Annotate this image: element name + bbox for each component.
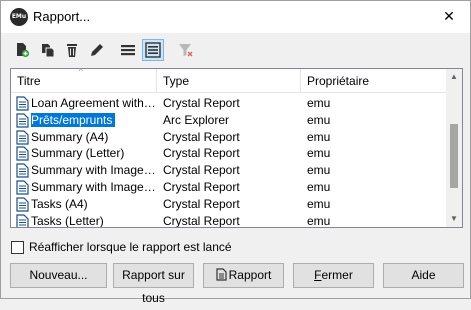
row-title: Summary (A4) [31, 129, 109, 144]
report-file-icon [16, 129, 29, 145]
row-type: Crystal Report [163, 196, 240, 211]
row-title: Loan Agreement with I... [31, 96, 157, 110]
table-row[interactable]: Tasks (A4) Crystal Report emu [11, 196, 447, 213]
row-owner: emu [307, 196, 331, 211]
emu-app-icon: EMu [10, 8, 28, 26]
row-owner: emu [307, 146, 331, 161]
list-rows: Loan Agreement with I... Crystal Report em… [11, 95, 447, 228]
row-type: Crystal Report [163, 146, 240, 161]
row-title: Prêts/emprunts [31, 112, 157, 129]
new-document-icon[interactable] [11, 39, 33, 61]
scrollbar-thumb[interactable] [450, 124, 458, 188]
details-view-icon[interactable] [142, 39, 164, 61]
table-row[interactable]: Summary with Images ... Crystal Report emu [11, 162, 447, 179]
column-header-type[interactable]: Type [157, 69, 301, 93]
row-title: Summary with Images ... [31, 163, 157, 178]
edit-icon[interactable] [86, 39, 108, 61]
row-type: Crystal Report [163, 129, 240, 144]
column-header-owner[interactable]: Propriétaire [301, 69, 447, 93]
report-all-button[interactable]: Rapport sur tous [113, 263, 194, 305]
row-owner: emu [307, 112, 331, 127]
row-owner: emu [307, 163, 331, 178]
table-row[interactable]: Summary (A4) Crystal Report emu [11, 129, 447, 146]
report-doc-icon [216, 268, 227, 281]
sort-ascending-icon: ^ [79, 68, 83, 76]
close-window-button[interactable]: ✕ [432, 3, 466, 29]
row-type: Arc Explorer [163, 112, 230, 127]
row-title: Tasks (Letter) [31, 213, 104, 228]
reshow-checkbox[interactable] [11, 240, 24, 254]
report-file-icon [16, 96, 29, 111]
table-row[interactable]: Summary with Images ... Crystal Report emu [11, 179, 447, 196]
report-file-icon [16, 113, 29, 128]
window-title: Rapport... [33, 9, 91, 24]
row-title: Summary (Letter) [31, 146, 125, 161]
row-owner: emu [307, 179, 331, 194]
row-type: Crystal Report [163, 96, 240, 110]
report-button[interactable]: Rapport [203, 263, 284, 288]
row-owner: emu [307, 96, 331, 110]
row-title: Summary with Images ... [31, 179, 157, 194]
table-row[interactable]: Prêts/emprunts Arc Explorer emu [11, 112, 447, 129]
filter-clear-icon[interactable] [175, 39, 197, 61]
delete-icon[interactable] [61, 39, 83, 61]
row-type: Crystal Report [163, 179, 240, 194]
reshow-label: Réafficher lorsque le rapport est lancé [29, 240, 232, 254]
vertical-scrollbar[interactable]: ▲ ▼ [446, 69, 462, 227]
report-file-icon [16, 146, 29, 161]
report-file-icon [16, 163, 29, 178]
list-view-icon[interactable] [117, 39, 139, 61]
report-dialog: EMu Rapport... ✕ Titre ^ Type Propriétai… [0, 0, 471, 305]
list-header: Titre ^ Type Propriétaire [11, 69, 447, 93]
column-header-title[interactable]: Titre ^ [11, 69, 157, 93]
row-title: Tasks (A4) [31, 196, 88, 211]
new-button[interactable]: Nouveau... [10, 263, 107, 288]
help-button[interactable]: Aide [383, 263, 464, 288]
close-button[interactable]: Fermer [293, 263, 374, 288]
report-file-icon [16, 213, 29, 227]
row-type: Crystal Report [163, 163, 240, 178]
reshow-option[interactable]: Réafficher lorsque le rapport est lancé [11, 239, 232, 255]
scroll-up-icon[interactable]: ▲ [446, 69, 462, 85]
row-type: Crystal Report [163, 213, 240, 228]
copy-icon[interactable] [37, 39, 59, 61]
row-owner: emu [307, 213, 331, 228]
report-file-icon [16, 197, 29, 212]
report-file-icon [16, 180, 29, 195]
row-owner: emu [307, 129, 331, 144]
table-row[interactable]: Summary (Letter) Crystal Report emu [11, 145, 447, 162]
report-list[interactable]: Titre ^ Type Propriétaire Loan Agreement… [10, 68, 463, 228]
title-bar: EMu Rapport... ✕ [1, 1, 470, 33]
table-row[interactable]: Tasks (Letter) Crystal Report emu [11, 213, 447, 228]
scroll-down-icon[interactable]: ▼ [446, 211, 462, 227]
table-row[interactable]: Loan Agreement with I... Crystal Report em… [11, 95, 447, 112]
